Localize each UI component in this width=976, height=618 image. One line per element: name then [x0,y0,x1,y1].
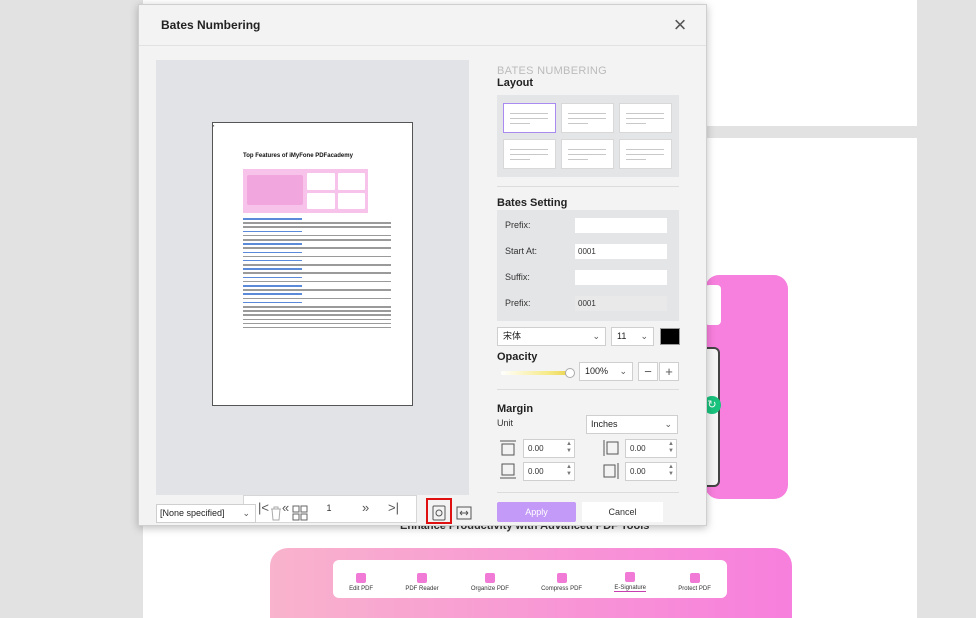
title-divider [139,45,706,46]
layout-option-3[interactable] [619,103,672,133]
layout-options [497,95,679,177]
margin-right-icon [603,463,619,479]
chevron-down-icon: ⌄ [592,331,600,341]
apply-button[interactable]: Apply [497,502,576,522]
highlighted-fit-page-button[interactable] [426,498,452,524]
stepper-icon[interactable]: ▲ ▼ [566,441,572,455]
compress-pdf-icon [556,573,567,583]
section-divider [497,389,679,390]
chevron-down-icon: ⌄ [664,419,672,429]
close-icon[interactable]: × [669,14,691,37]
bates-setting-box: Prefix: Start At: 0001 Suffix: Prefix: 0… [497,210,679,321]
margin-right-input[interactable]: 0.00 ▲ ▼ [625,462,677,481]
opacity-select[interactable]: 100% ⌄ [579,362,633,381]
opacity-slider-handle[interactable] [565,368,575,378]
background-tab-bar: Edit PDF PDF Reader Organize PDF Compres… [333,560,727,598]
delete-icon[interactable] [268,505,284,521]
edit-pdf-icon [356,573,367,583]
suffix-label: Suffix: [505,272,530,282]
background-tab-compress-pdf[interactable]: Compress PDF [541,573,582,592]
background-tab-organize-pdf[interactable]: Organize PDF [471,573,509,592]
margin-left-input[interactable]: 0.00 ▲ ▼ [625,439,677,458]
background-card-inner [705,285,721,325]
preview-panel: ▪ Top Features of iMyFone PDFacademy |< … [156,60,469,523]
margin-top-icon [500,440,516,456]
chevron-down-icon: ⌄ [242,508,250,518]
start-at-label: Start At: [505,246,538,256]
layout-option-5[interactable] [561,139,614,169]
next-page-icon[interactable]: » [362,500,369,515]
last-page-icon[interactable]: >| [388,500,399,515]
layout-option-2[interactable] [561,103,614,133]
opacity-decrease-button[interactable]: − [638,362,658,381]
organize-pdf-icon [484,573,495,583]
e-signature-icon [625,572,636,582]
grid-icon[interactable] [292,505,308,521]
stepper-icon[interactable]: ▲ ▼ [566,464,572,478]
section-divider [497,186,679,187]
fit-width-icon[interactable] [456,505,472,521]
document-body-text [243,218,391,331]
font-size-select[interactable]: 11 ⌄ [611,327,654,346]
protect-pdf-icon [689,573,700,583]
opacity-increase-button[interactable]: + [659,362,679,381]
margin-bottom-icon [500,463,516,479]
bates-number-mark: ▪ [213,123,215,128]
start-at-input[interactable]: 0001 [575,244,667,259]
opacity-title: Opacity [497,351,538,363]
chevron-down-icon: ⌄ [640,331,648,341]
opacity-slider[interactable] [501,371,569,375]
preview-prefix-label: Prefix: [505,298,531,308]
page-number-input[interactable]: 1 [314,498,344,518]
margin-top-input[interactable]: 0.00 ▲ ▼ [523,439,575,458]
font-family-select[interactable]: 宋体 ⌄ [497,327,606,346]
stepper-icon[interactable]: ▲ ▼ [668,441,674,455]
layout-option-1[interactable] [503,103,556,133]
bates-numbering-dialog: Bates Numbering × ▪ Top Features of iMyF… [138,4,707,526]
document-preview: ▪ Top Features of iMyFone PDFacademy [212,122,413,406]
background-tab-e-signature[interactable]: E-Signature [614,572,646,592]
stepper-icon[interactable]: ▲ ▼ [668,464,674,478]
background-tab-protect-pdf[interactable]: Protect PDF [678,573,711,592]
layout-title: Layout [497,77,534,89]
dialog-title: Bates Numbering [161,18,261,32]
layout-option-4[interactable] [503,139,556,169]
background-tab-pdf-reader[interactable]: PDF Reader [405,573,439,592]
prefix-input[interactable] [575,218,667,233]
background-tab-edit-pdf[interactable]: Edit PDF [349,573,373,592]
ghost-heading: BATES NUMBERING [497,65,608,77]
unit-label: Unit [497,418,514,428]
margin-title: Margin [497,403,534,415]
chevron-down-icon: ⌄ [619,366,627,376]
layout-option-6[interactable] [619,139,672,169]
bates-preview-value: 0001 [575,296,667,311]
unit-select[interactable]: Inches ⌄ [586,415,678,434]
document-banner-image [243,169,368,213]
pdf-reader-icon [416,573,427,583]
background-phone-mockup [705,347,720,487]
bates-setting-title: Bates Setting [497,197,568,209]
suffix-input[interactable] [575,270,667,285]
font-color-swatch[interactable] [660,328,680,345]
cancel-button[interactable]: Cancel [582,502,663,522]
preset-select[interactable]: [None specified] ⌄ [156,504,256,523]
section-divider [497,492,679,493]
prefix-label: Prefix: [505,220,531,230]
document-title: Top Features of iMyFone PDFacademy [243,153,353,159]
margin-bottom-input[interactable]: 0.00 ▲ ▼ [523,462,575,481]
margin-left-icon [603,440,619,456]
